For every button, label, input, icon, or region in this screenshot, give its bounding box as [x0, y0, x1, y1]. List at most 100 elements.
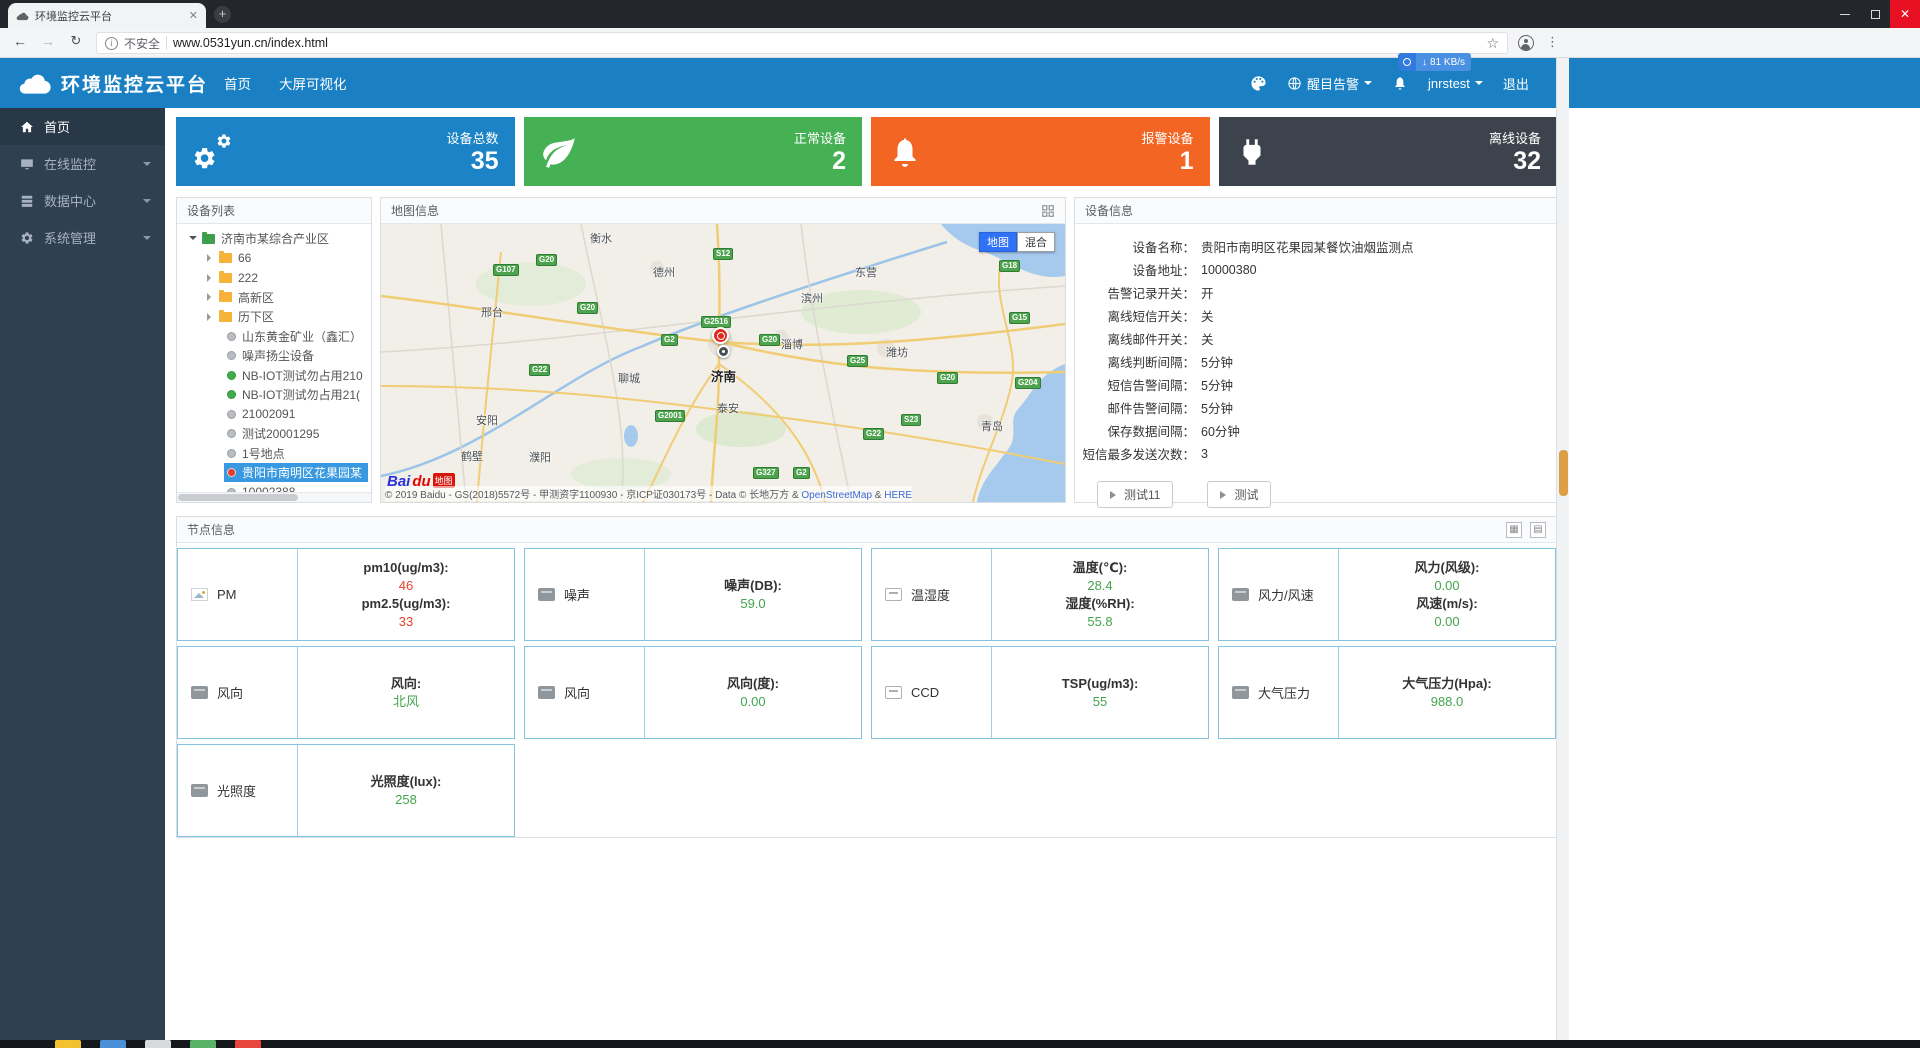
tab-close-icon[interactable]: ✕: [189, 9, 198, 22]
road-badge: G2: [793, 467, 810, 479]
logout-button[interactable]: 退出: [1503, 74, 1529, 93]
tree-hscrollbar[interactable]: [177, 492, 371, 502]
tree-node-folder[interactable]: 66: [177, 249, 371, 269]
gear-icon: [20, 231, 34, 245]
metric-label: 光照度(lux):: [371, 773, 442, 791]
brand: 环境监控云平台: [18, 58, 208, 108]
window-minimize-button[interactable]: [1830, 0, 1860, 28]
bookmark-star-icon[interactable]: ☆: [1486, 35, 1499, 52]
notification-bell[interactable]: [1392, 75, 1408, 91]
home-icon: [20, 120, 34, 134]
user-menu[interactable]: jnrstest: [1428, 76, 1483, 91]
stat-cards: 设备总数 35 正常设备 2 报警设备 1 离线设备 32: [176, 117, 1557, 186]
map-panel: 地图信息: [380, 197, 1066, 503]
browser-menu-icon[interactable]: ⋮: [1546, 34, 1559, 50]
broken-image-icon: [191, 588, 208, 601]
taskbar-icon[interactable]: [145, 1040, 171, 1048]
map-tool-icon[interactable]: [1041, 204, 1055, 218]
tree-node-folder[interactable]: 222: [177, 268, 371, 288]
device-info-header: 设备信息: [1075, 198, 1556, 224]
sidebar-item-label: 首页: [44, 117, 70, 136]
tree-node-device[interactable]: 测试20001295: [177, 424, 371, 444]
window-maximize-button[interactable]: [1860, 0, 1890, 28]
taskbar-icon[interactable]: [235, 1040, 261, 1048]
device-marker-alarm[interactable]: [712, 327, 729, 344]
status-dot-offline: [227, 449, 236, 458]
info-row: 告警记录开关：开: [1075, 281, 1556, 304]
metric-label: 风速(m/s):: [1416, 595, 1477, 613]
sidebar-item-label: 数据中心: [44, 191, 96, 210]
caret-right-icon: [207, 293, 215, 301]
sidebar-item-data-center[interactable]: 数据中心: [0, 182, 165, 219]
taskbar-icon[interactable]: [100, 1040, 126, 1048]
page-scrollbar-thumb[interactable]: [1559, 450, 1568, 496]
road-badge: G20: [759, 334, 780, 346]
alert-menu[interactable]: 醒目告警: [1287, 74, 1372, 93]
profile-icon[interactable]: [1518, 35, 1534, 51]
nav-menu-home[interactable]: 首页: [224, 73, 251, 93]
metric-label: 风向(度):: [727, 675, 779, 693]
map-copyright: © 2019 Baidu - GS(2018)5572号 - 甲测资字11009…: [385, 486, 912, 501]
test-button[interactable]: 测试: [1207, 481, 1271, 508]
taskbar-icon[interactable]: [55, 1040, 81, 1048]
grid-view-icon[interactable]: ▦: [1506, 522, 1522, 538]
username: jnrstest: [1428, 76, 1470, 91]
metric-label: 湿度(%RH):: [1065, 595, 1134, 613]
tree-hscrollbar-thumb[interactable]: [178, 494, 298, 501]
folder-icon: [219, 292, 232, 302]
download-speed-badge[interactable]: ↓81 KB/s: [1398, 53, 1471, 71]
tree-node-root[interactable]: 济南市某综合产业区: [177, 229, 371, 249]
road-badge: G20: [536, 254, 557, 266]
tree-node-device[interactable]: 21002091: [177, 405, 371, 425]
new-tab-button[interactable]: +: [214, 6, 231, 23]
node-name: 风向: [564, 683, 590, 702]
map-layer-button-hybrid[interactable]: 混合: [1017, 232, 1055, 252]
panel-title: 地图信息: [391, 202, 439, 219]
download-speed: 81 KB/s: [1430, 57, 1465, 68]
list-view-icon[interactable]: ▤: [1530, 522, 1546, 538]
tree-node-device[interactable]: NB-IOT测试勿占用210: [177, 366, 371, 386]
browser-tab[interactable]: 环境监控云平台 ✕: [8, 3, 206, 28]
tree-node-device[interactable]: 噪声扬尘设备: [177, 346, 371, 366]
map-layer-button-map[interactable]: 地图: [979, 232, 1017, 252]
address-bar[interactable]: i 不安全 www.0531yun.cn/index.html ☆: [96, 32, 1508, 54]
stat-label: 正常设备: [794, 128, 846, 147]
road-badge: G2: [661, 334, 678, 346]
copyright-link[interactable]: HERE: [884, 490, 912, 501]
stat-label: 离线设备: [1489, 128, 1541, 147]
nav-menu-bigscreen[interactable]: 大屏可视化: [279, 73, 347, 93]
tree-node-folder[interactable]: 高新区: [177, 288, 371, 308]
tree-node-device[interactable]: NB-IOT测试勿占用21(: [177, 385, 371, 405]
theme-palette-icon[interactable]: [1250, 75, 1267, 92]
tree-label: 济南市某综合产业区: [221, 230, 329, 247]
back-icon[interactable]: ←: [10, 33, 30, 49]
window-close-button[interactable]: ✕: [1890, 0, 1920, 28]
page-scrollbar[interactable]: [1556, 58, 1569, 1040]
folder-icon: [219, 312, 232, 322]
road-badge: G25: [847, 355, 868, 367]
tree-node-device-selected[interactable]: 贵阳市南明区花果园某: [177, 463, 371, 483]
info-row: 保存数据间隔：60分钟: [1075, 419, 1556, 442]
test11-button[interactable]: 测试11: [1097, 481, 1173, 508]
tree-node-folder[interactable]: 历下区: [177, 307, 371, 327]
forward-icon[interactable]: →: [38, 33, 58, 49]
panel-title: 设备列表: [187, 202, 235, 219]
sidebar-item-home[interactable]: 首页: [0, 108, 165, 145]
tree-node-device[interactable]: 山东黄金矿业（鑫汇）: [177, 327, 371, 347]
url-text[interactable]: www.0531yun.cn/index.html: [173, 36, 328, 50]
field-value: 60分钟: [1195, 421, 1240, 440]
site-info-icon[interactable]: i: [105, 37, 118, 50]
map-city-label: 淄博: [781, 336, 803, 352]
copyright-link[interactable]: OpenStreetMap: [801, 490, 872, 501]
browser-titlebar: 环境监控云平台 ✕ + ✕: [0, 0, 1920, 28]
tree-node-device[interactable]: 1号地点: [177, 444, 371, 464]
metric-label: pm10(ug/m3):: [363, 559, 448, 577]
taskbar-icon[interactable]: [190, 1040, 216, 1048]
sidebar-item-online-monitor[interactable]: 在线监控: [0, 145, 165, 182]
metric-label: 风向:: [391, 675, 421, 693]
sidebar-item-system-admin[interactable]: 系统管理: [0, 219, 165, 256]
device-marker-offline[interactable]: [717, 345, 730, 358]
main-content: 设备总数 35 正常设备 2 报警设备 1 离线设备 32: [165, 108, 1556, 1040]
map-canvas[interactable]: G107 G20 G20 S12 G2516 G2 G20 G25 G18 G1…: [381, 224, 1065, 502]
reload-icon[interactable]: ↻: [66, 33, 86, 49]
